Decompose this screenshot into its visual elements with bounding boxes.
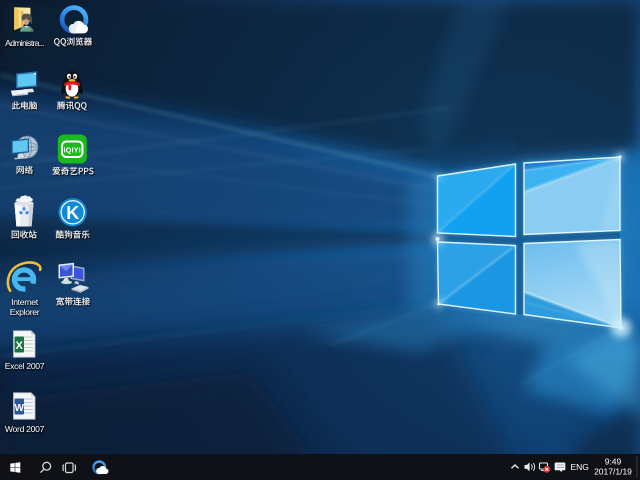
svg-text:X: X: [16, 340, 24, 352]
svg-text:ENG: ENG: [571, 462, 589, 472]
svg-text:W: W: [14, 403, 24, 414]
svg-text:9:49: 9:49: [605, 457, 622, 467]
svg-text:2017/1/19: 2017/1/19: [594, 467, 632, 477]
svg-text:K: K: [66, 203, 79, 223]
svg-text:iQIYI: iQIYI: [64, 146, 81, 155]
